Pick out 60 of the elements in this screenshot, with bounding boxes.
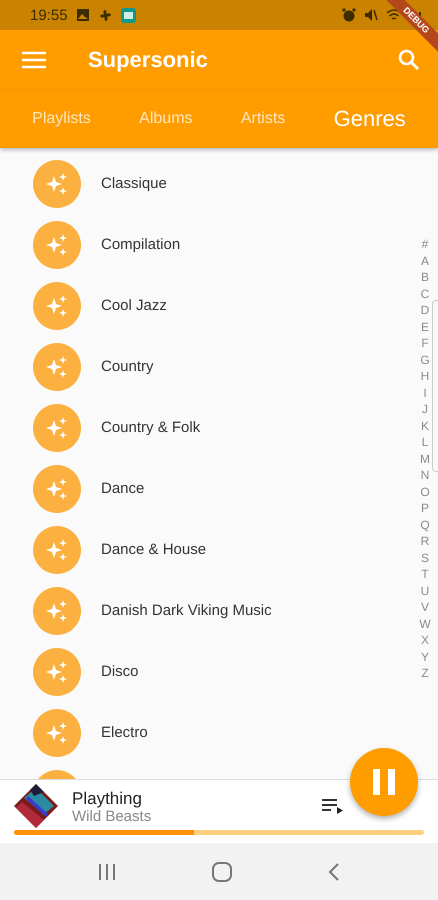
index-letter[interactable]: R (420, 533, 430, 550)
index-letter[interactable]: O (420, 484, 430, 500)
track-title: Plaything (72, 788, 143, 808)
genre-name[interactable]: Country (101, 358, 154, 375)
image-icon (76, 8, 90, 22)
menu-icon[interactable] (22, 51, 46, 69)
back-icon[interactable] (327, 862, 341, 882)
index-letter[interactable]: Z (421, 665, 429, 682)
queue-icon[interactable] (322, 798, 344, 814)
tab[interactable]: Playlists (26, 106, 97, 132)
scroll-handle[interactable] (432, 300, 438, 472)
index-letter[interactable]: F (421, 335, 429, 352)
genre-name[interactable]: Disco (101, 663, 139, 680)
index-letter[interactable]: W (419, 616, 431, 632)
pause-icon (371, 768, 397, 796)
recent-apps-icon[interactable] (97, 862, 117, 880)
genre-name[interactable]: Cool Jazz (101, 297, 167, 314)
index-letter[interactable]: H (420, 368, 430, 384)
index-letter[interactable]: E (420, 318, 429, 335)
index-letter[interactable]: L (422, 434, 428, 450)
pause-button[interactable] (350, 748, 418, 816)
index-letter[interactable]: G (420, 352, 430, 368)
app-title: Supersonic (88, 47, 209, 73)
fan-icon (98, 8, 113, 22)
tab[interactable]: Genres (328, 102, 412, 136)
index-letter[interactable]: I (423, 384, 427, 401)
genre-name[interactable]: Dance (101, 480, 144, 497)
genre-name[interactable]: Country & Folk (101, 419, 200, 436)
index-letter[interactable]: C (420, 286, 430, 302)
genre-name[interactable]: Classique (101, 175, 167, 192)
index-letter[interactable]: V (420, 599, 429, 616)
index-letter[interactable]: T (421, 566, 429, 582)
mute-icon (364, 8, 378, 22)
genre-name[interactable]: Danish Dark Viking Music (101, 602, 272, 619)
index-letter[interactable]: D (420, 302, 430, 318)
genre-name[interactable]: Dance & House (101, 541, 206, 558)
index-letter[interactable]: A (420, 252, 429, 269)
progress-bar[interactable] (14, 830, 424, 835)
index-letter[interactable]: P (420, 500, 429, 516)
index-letter[interactable]: X (420, 632, 429, 648)
index-letter[interactable]: # (422, 236, 428, 252)
genre-name[interactable]: Electro (101, 724, 148, 741)
index-letter[interactable]: Y (420, 648, 429, 665)
index-letter[interactable]: J (422, 401, 428, 418)
genre-name[interactable]: Compilation (101, 236, 180, 253)
app-icon (120, 8, 136, 22)
index-letter[interactable]: K (420, 418, 429, 434)
index-letter[interactable]: S (420, 550, 429, 566)
index-letter[interactable]: Q (420, 516, 430, 533)
alarm-icon (342, 8, 356, 22)
index-letter[interactable]: U (420, 582, 430, 599)
index-letter[interactable]: M (420, 450, 430, 467)
search-icon[interactable] (398, 49, 420, 71)
tab[interactable]: Artists (234, 106, 292, 132)
home-icon[interactable] (211, 860, 233, 882)
track-artist: Wild Beasts (72, 808, 152, 824)
index-letter[interactable]: B (420, 269, 429, 286)
status-time: 19:55 (30, 6, 68, 24)
tab[interactable]: Albums (133, 106, 199, 132)
index-letter[interactable]: N (420, 467, 430, 484)
